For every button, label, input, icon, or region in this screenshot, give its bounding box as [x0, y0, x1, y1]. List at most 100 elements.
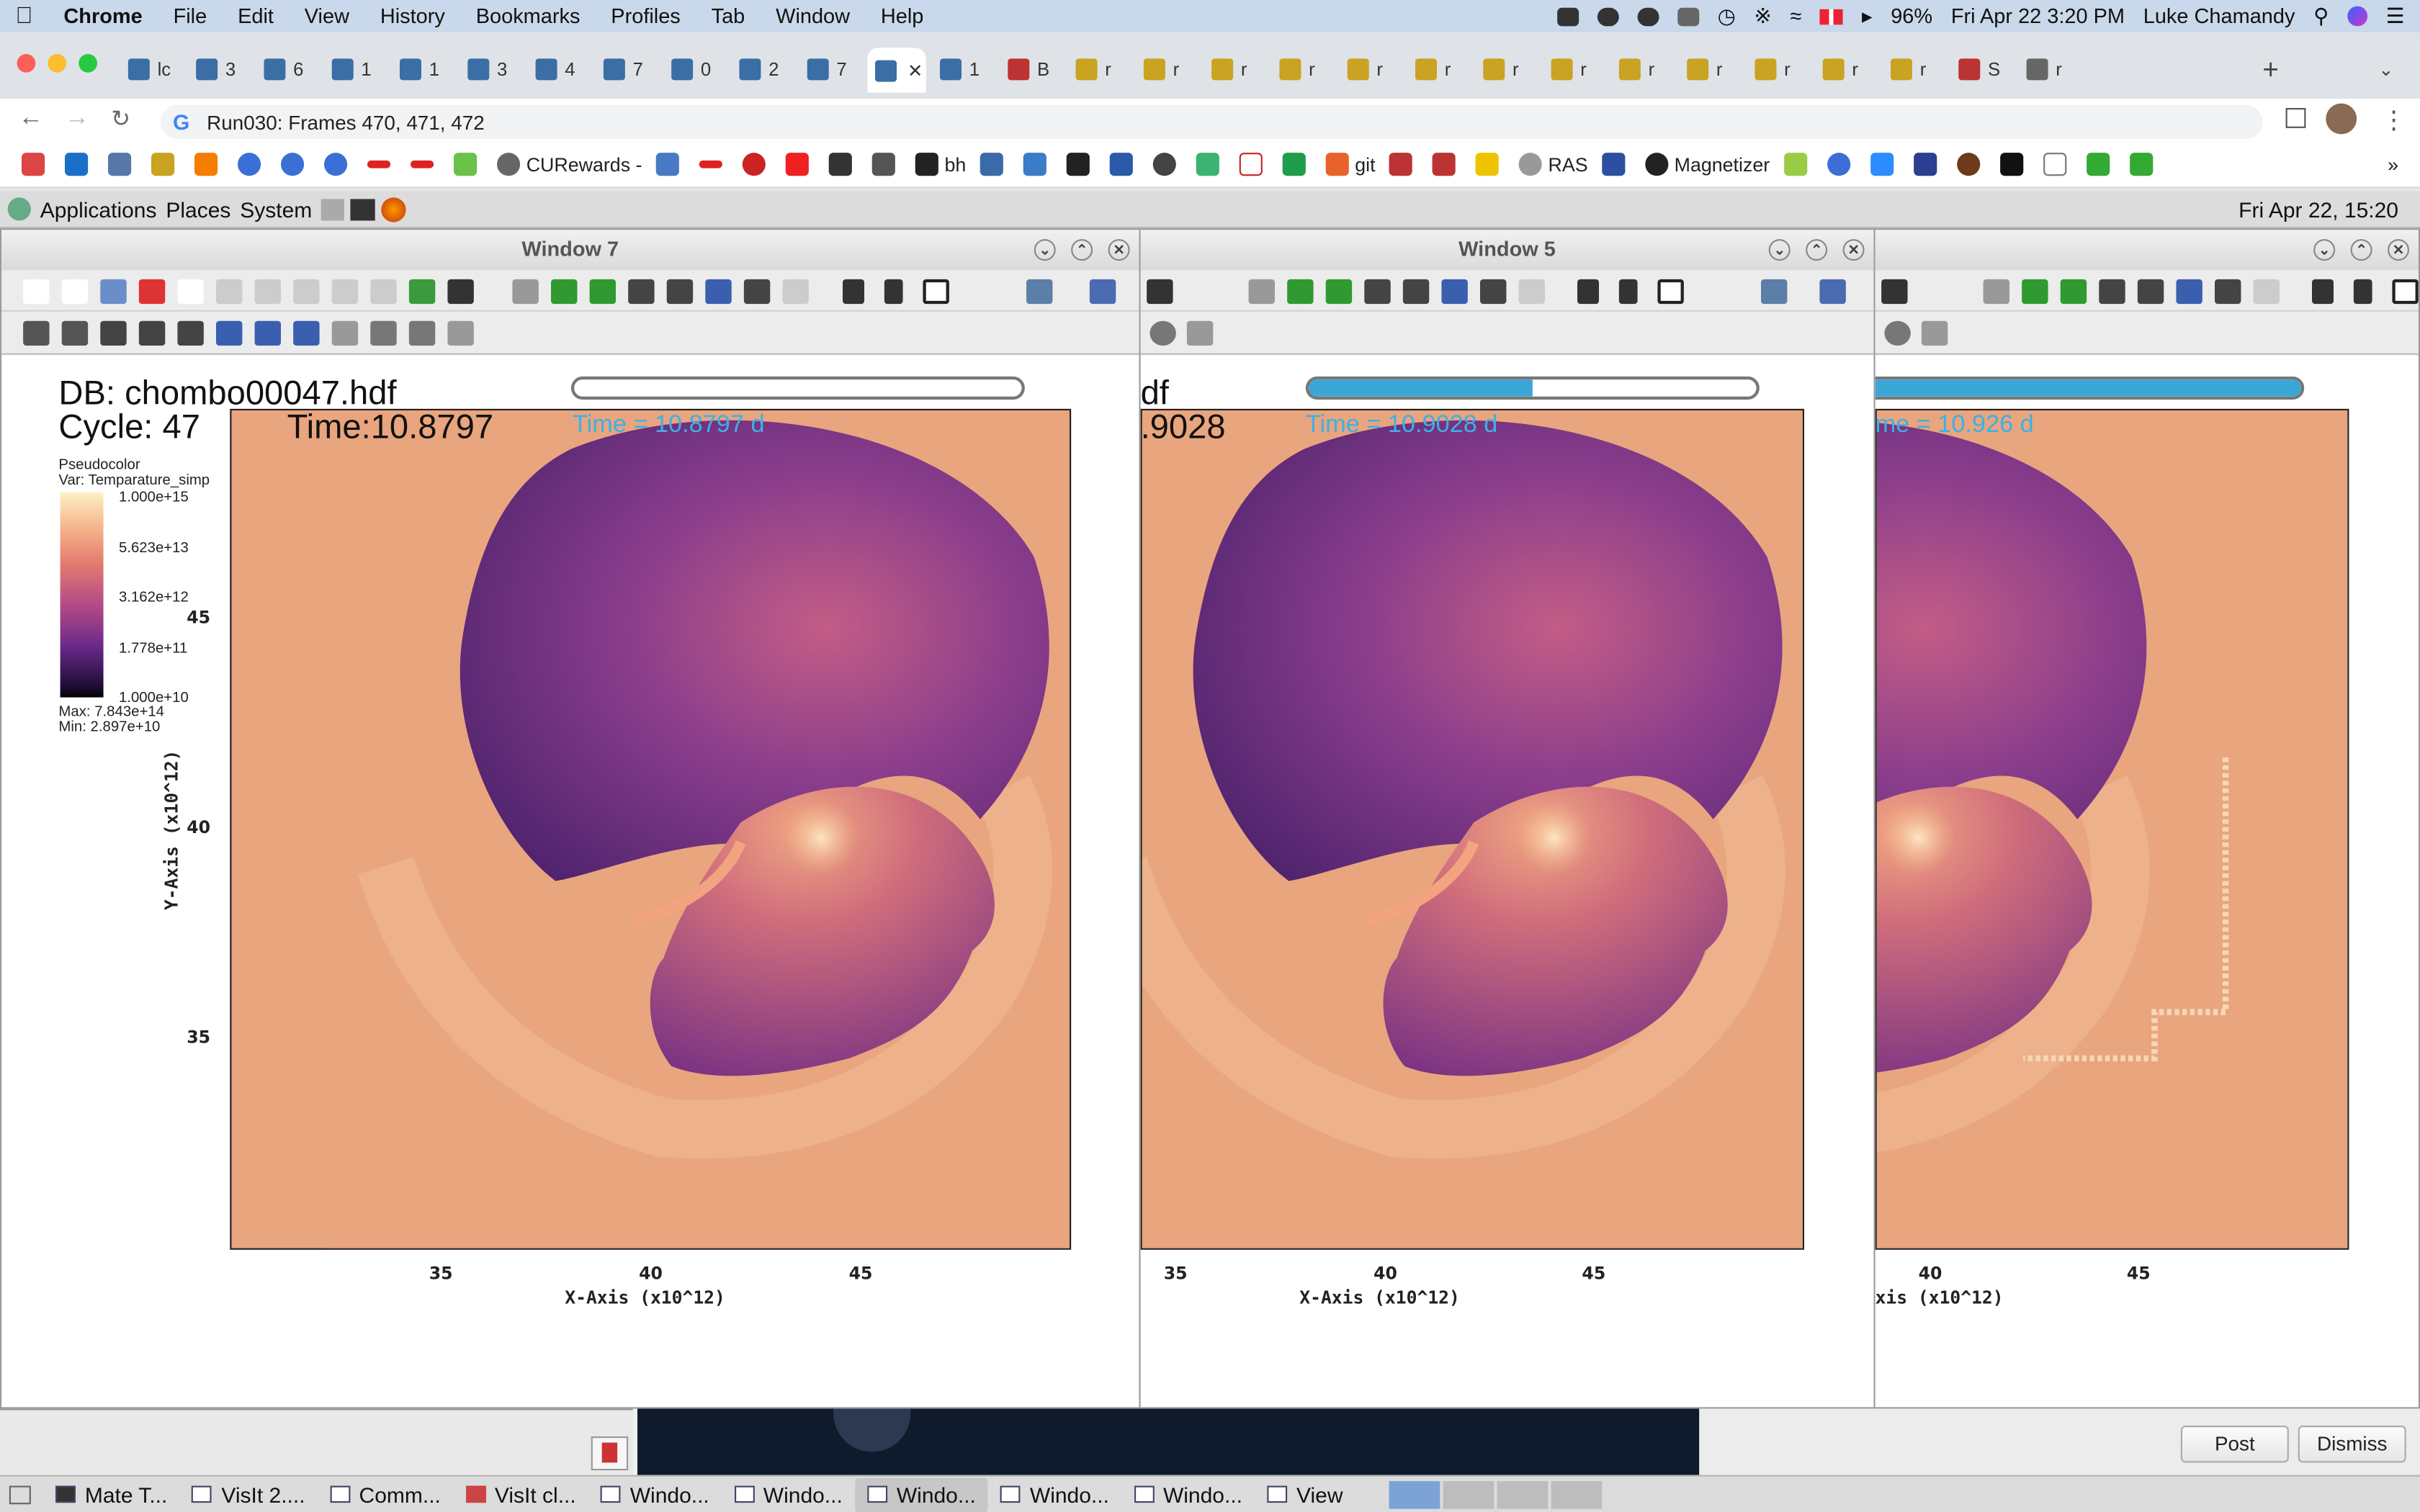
window-titlebar[interactable]: Window 7 ⌄ ⌃ ✕ — [1, 230, 1139, 270]
launcher-files-icon[interactable] — [321, 198, 345, 220]
taskbar-item[interactable]: Mate T... — [43, 1477, 180, 1511]
taskbar-item-active[interactable]: Windo... — [854, 1477, 989, 1511]
menu-applications[interactable]: Applications — [40, 197, 157, 221]
tab-item[interactable]: 4 — [528, 51, 590, 88]
taskbar-item[interactable]: VisIt cl... — [453, 1477, 588, 1511]
toolbar-tool-icon[interactable] — [331, 279, 359, 305]
toolbar-tool-icon[interactable] — [628, 279, 655, 305]
bookmark-b14[interactable] — [1952, 149, 1991, 180]
bookmark-m[interactable] — [449, 149, 488, 180]
toolbar-tool-icon[interactable] — [2137, 279, 2164, 305]
bookmark-plus[interactable] — [1278, 149, 1317, 180]
toolbar-tool-icon[interactable] — [2022, 279, 2048, 305]
toolbar-tool-icon[interactable] — [370, 279, 397, 305]
tab-item[interactable]: r — [1476, 51, 1538, 88]
pick-icon[interactable] — [1819, 279, 1846, 305]
tab-item[interactable]: 6 — [256, 51, 318, 88]
taskbar-item[interactable]: VisIt 2.... — [180, 1477, 318, 1511]
avatar[interactable] — [2326, 103, 2357, 135]
bluetooth-icon[interactable]: ※ — [1754, 4, 1772, 28]
bookmark-b13[interactable] — [1909, 149, 1948, 180]
stop-icon[interactable] — [1657, 279, 1684, 305]
maximize-icon[interactable]: ⌃ — [1071, 239, 1093, 261]
toolbar-tool-icon[interactable] — [1480, 279, 1507, 305]
tab-close-icon[interactable]: ✕ — [908, 60, 923, 81]
toolbar-tool-icon[interactable] — [551, 279, 578, 305]
bookmark-b3[interactable] — [867, 149, 906, 180]
bookmark-b2[interactable] — [738, 149, 776, 180]
toolbar-tool-icon[interactable] — [61, 279, 89, 305]
first-frame-icon[interactable] — [843, 279, 864, 305]
toolbar-tool-icon[interactable] — [216, 320, 243, 346]
toolbar-tool-icon[interactable] — [1287, 279, 1314, 305]
window-titlebar[interactable]: ⌄ ⌃ ✕ — [1875, 230, 2419, 270]
pick-icon[interactable] — [1089, 279, 1116, 305]
bookmark-blogger[interactable] — [190, 149, 229, 180]
battery-text[interactable]: 96% — [1891, 4, 1932, 27]
minimize-icon[interactable]: ⌄ — [2313, 239, 2336, 261]
minimize-window-icon[interactable] — [48, 54, 67, 73]
tab-search-icon[interactable]: ⌄ — [2378, 51, 2403, 88]
bookmarks-overflow-icon[interactable]: » — [2383, 149, 2420, 180]
toolbar-tool-icon[interactable] — [293, 320, 320, 346]
dismiss-button[interactable]: Dismiss — [2298, 1425, 2406, 1463]
toolbar-tool-icon[interactable] — [2215, 279, 2241, 305]
bookmark-b8[interactable] — [1148, 149, 1187, 180]
toolbar-tool-icon[interactable] — [2099, 279, 2125, 305]
toolbar-tool-icon[interactable] — [177, 279, 204, 305]
bookmark-b5[interactable] — [1018, 149, 1057, 180]
close-icon[interactable]: ✕ — [2388, 239, 2409, 261]
toolbar-tool-icon[interactable] — [447, 320, 474, 346]
launcher-firefox-icon[interactable] — [381, 197, 407, 222]
workspace-1[interactable] — [1389, 1480, 1440, 1508]
bookmark-qr[interactable] — [824, 149, 863, 180]
first-frame-icon[interactable] — [2312, 279, 2334, 305]
bookmark-b11[interactable] — [1779, 149, 1818, 180]
toolbar-tool-icon[interactable] — [782, 279, 809, 305]
toolbar-tool-icon[interactable] — [705, 279, 732, 305]
toolbar-tool-icon[interactable] — [138, 279, 166, 305]
tab-item[interactable]: B — [1000, 51, 1062, 88]
toolbar-tool-icon[interactable] — [23, 320, 50, 346]
bookmark-b7[interactable] — [1105, 149, 1144, 180]
forward-icon[interactable]: → — [65, 105, 89, 133]
close-icon[interactable]: ✕ — [1108, 239, 1130, 261]
prev-frame-icon[interactable] — [1618, 279, 1638, 305]
tab-item[interactable]: r — [1340, 51, 1402, 88]
tab-item[interactable]: r — [1407, 51, 1469, 88]
toolbar-tool-icon[interactable] — [743, 279, 771, 305]
launcher-terminal-icon[interactable] — [350, 198, 376, 220]
tab-item[interactable]: r — [1068, 51, 1130, 88]
show-desktop-icon[interactable] — [9, 1485, 31, 1504]
menu-places[interactable]: Places — [166, 197, 230, 221]
bookmark-slack[interactable] — [1191, 149, 1230, 180]
toolbar-tool-icon[interactable] — [23, 279, 50, 305]
toolbar-tool-icon[interactable] — [61, 320, 89, 346]
alert-icon[interactable] — [591, 1436, 629, 1471]
toolbar-tool-icon[interactable] — [1441, 279, 1468, 305]
menu-bookmarks[interactable]: Bookmarks — [460, 4, 596, 27]
bookmark-b12[interactable] — [1822, 149, 1861, 180]
minimize-icon[interactable]: ⌄ — [1768, 239, 1791, 261]
bookmark-paw1[interactable] — [1384, 149, 1423, 180]
tab-item[interactable]: r — [1747, 51, 1809, 88]
zoom-window-icon[interactable] — [79, 54, 97, 73]
taskbar-item[interactable]: View — [1255, 1477, 1355, 1511]
stop-icon[interactable] — [2392, 279, 2419, 305]
toolbar-tool-icon[interactable] — [1983, 279, 2009, 305]
workspace-switcher[interactable] — [1389, 1480, 1603, 1508]
status-icon[interactable] — [1556, 6, 1579, 26]
toolbar-tool-icon[interactable] — [1325, 279, 1353, 305]
tab-item[interactable]: r — [1815, 51, 1877, 88]
tab-item[interactable]: 1 — [392, 51, 454, 88]
tab-item[interactable]: 1 — [932, 51, 994, 88]
bookmark-b6[interactable] — [1062, 149, 1101, 180]
toolbar-tool-icon[interactable] — [2176, 279, 2202, 305]
bookmark-b17[interactable] — [2081, 149, 2120, 180]
bookmark-magnetizer[interactable]: Magnetizer — [1640, 149, 1774, 180]
sphere-icon[interactable] — [1884, 320, 1911, 346]
back-icon[interactable]: ← — [19, 105, 43, 133]
prev-frame-icon[interactable] — [2353, 279, 2372, 305]
bookmark-zoom[interactable] — [1865, 149, 1904, 180]
toolbar-tool-icon[interactable] — [589, 279, 616, 305]
